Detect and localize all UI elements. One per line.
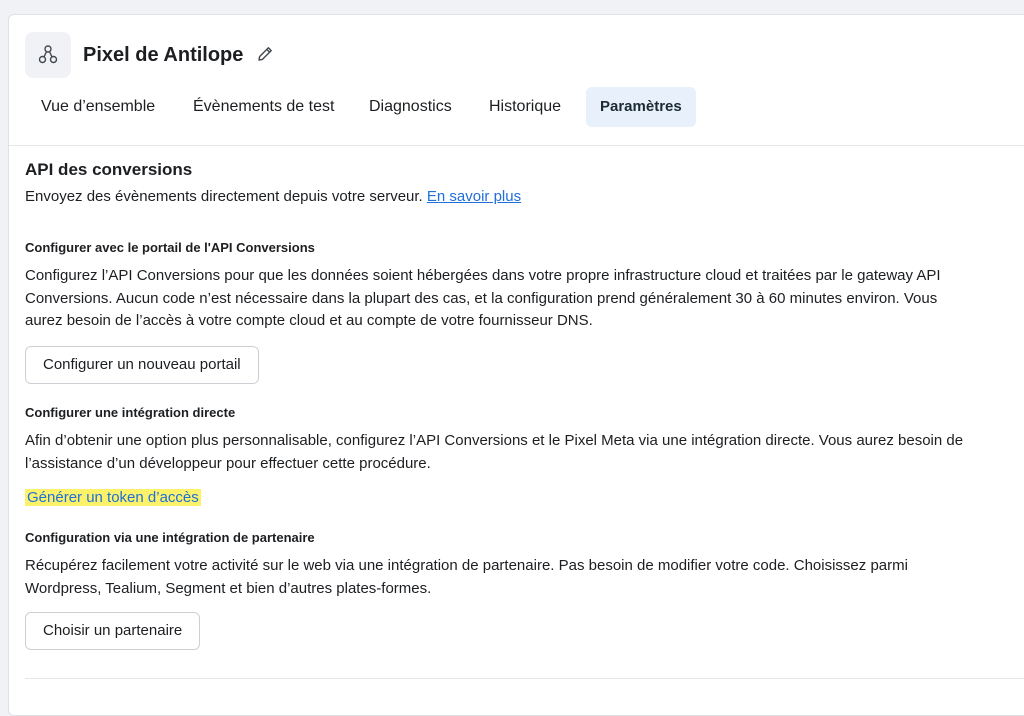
page-title: Pixel de Antilope	[83, 44, 244, 66]
partner-integration-heading: Configuration via une intégration de par…	[25, 530, 315, 545]
tab-test-events[interactable]: Évènements de test	[193, 87, 334, 127]
configure-new-gateway-button[interactable]: Configurer un nouveau portail	[25, 346, 259, 384]
tab-diagnostics[interactable]: Diagnostics	[369, 87, 452, 127]
section-title: API des conversions	[25, 160, 193, 179]
choose-partner-button[interactable]: Choisir un partenaire	[25, 612, 201, 650]
direct-integration-description: Afin d’obtenir une option plus personnal…	[25, 432, 964, 472]
generate-access-token-link[interactable]: Générer un token d’accès	[25, 489, 201, 506]
partner-integration-description: Récupérez facilement votre activité sur …	[25, 557, 908, 597]
pixel-nodes-icon	[25, 32, 71, 78]
tab-history[interactable]: Historique	[489, 87, 561, 127]
gateway-description: Configurez l’API Conversions pour que le…	[25, 267, 941, 329]
tab-overview[interactable]: Vue d’ensemble	[41, 87, 155, 127]
direct-integration-heading: Configurer une intégration directe	[25, 405, 236, 420]
pixel-header: Pixel de Antilope Vue d’ensemble Évèneme…	[9, 15, 1024, 146]
pencil-icon[interactable]	[254, 43, 276, 65]
gateway-heading: Configurer avec le portail de l'API Conv…	[25, 240, 315, 255]
section-description: Envoyez des évènements directement depui…	[25, 188, 521, 205]
section-description-text: Envoyez des évènements directement depui…	[25, 188, 423, 205]
learn-more-link[interactable]: En savoir plus	[427, 188, 521, 205]
divider	[25, 678, 1024, 679]
tab-settings[interactable]: Paramètres	[586, 87, 696, 127]
pixel-settings-panel: Pixel de Antilope Vue d’ensemble Évèneme…	[8, 14, 1024, 716]
